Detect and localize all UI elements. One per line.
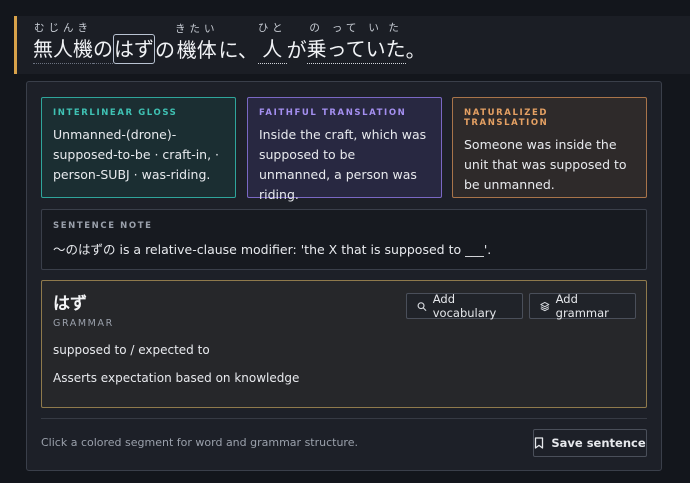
segment-text: の [155,38,175,62]
segment-text: い [365,37,386,61]
note-title: SENTENCE NOTE [53,221,153,231]
grammar-type-label: GRAMMAR [53,318,114,329]
segment-period: 。 [406,36,426,64]
card-title: INTERLINEAR GLOSS [53,108,178,118]
card-text: Someone was inside the unit that was sup… [464,137,627,192]
segment-text: 乗 [306,37,327,61]
grammar-description: Asserts expectation based on knowledge [53,371,300,385]
segment-text: に、 [218,38,258,62]
segment-text: が [286,38,307,62]
segment-kitai[interactable]: きたい 機体 [175,22,219,64]
card-text: Unmanned-(drone)-supposed-to-be · craft-… [53,127,220,182]
furigana: って [331,22,361,34]
button-label: Add vocabulary [432,292,497,320]
segment-text: 機体 [176,38,217,62]
japanese-sentence: むじんき 無人機 の はず の きたい 機体 に、 ひと 人 が の 乗 って … [33,21,426,64]
segment-text: た [385,37,406,61]
faithful-translation-card: FAITHFUL TRANSLATION Inside the craft, w… [247,97,442,202]
segment-text: の [93,37,113,61]
add-vocabulary-button[interactable]: Add vocabulary [406,292,523,320]
layers-icon [540,301,550,311]
search-icon [417,301,427,311]
segment-text: 。 [405,38,426,62]
segment-hazu[interactable]: はず [113,34,155,64]
grammar-meaning: supposed to / expected to [53,343,210,357]
save-sentence-button[interactable]: Save sentence [533,429,647,457]
add-grammar-button[interactable]: Add grammar [529,292,636,320]
furigana: ひと [257,22,287,34]
segment-text: はず [114,37,154,61]
card-title: FAITHFUL TRANSLATION [259,108,407,118]
card-title: NATURALIZED TRANSLATION [464,108,549,128]
grammar-detail: はず GRAMMAR supposed to / expected to Ass… [41,280,647,408]
naturalized-translation-card: NATURALIZED TRANSLATION Someone was insi… [452,97,647,198]
sentence-note: SENTENCE NOTE 〜のはずの is a relative-clause… [41,209,647,270]
segment-mujinki[interactable]: むじんき 無人機 [33,21,93,64]
furigana: た [388,22,403,34]
bookmark-icon [535,437,544,449]
segment-text: 人 [262,37,283,61]
note-text: 〜のはずの is a relative-clause modifier: 'th… [53,242,492,257]
button-label: Add grammar [555,292,609,320]
segment-text: って [326,37,366,61]
furigana: の [309,22,324,34]
segment-no-2[interactable]: の [155,36,175,64]
segment-ni[interactable]: に、 [219,36,258,64]
furigana: きたい [175,23,219,35]
segment-ga[interactable]: が [287,36,307,64]
segment-no[interactable]: の [93,35,113,64]
divider [41,418,647,419]
sentence-bar: むじんき 無人機 の はず の きたい 機体 に、 ひと 人 が の 乗 って … [14,16,690,74]
button-label: Save sentence [551,436,646,450]
card-text: Inside the craft, which was supposed to … [259,127,427,202]
analysis-panel: INTERLINEAR GLOSS Unmanned-(drone)-suppo… [26,81,662,471]
interlinear-gloss-card: INTERLINEAR GLOSS Unmanned-(drone)-suppo… [41,97,236,198]
segment-text: 無人機 [33,37,93,61]
footer-hint: Click a colored segment for word and gra… [41,436,358,449]
furigana: い [368,22,383,34]
segment-hito[interactable]: ひと 人 [257,21,287,64]
segment-notteita[interactable]: の 乗 って って い い た た [306,21,406,64]
furigana: むじんき [34,22,92,34]
